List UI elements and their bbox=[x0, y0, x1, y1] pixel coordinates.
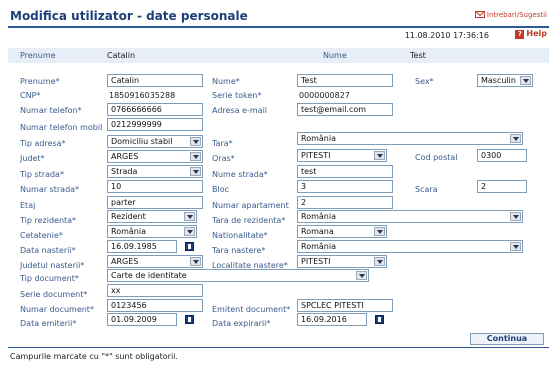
etaj-input[interactable]: parter bbox=[107, 196, 203, 209]
scara-input[interactable]: 2 bbox=[477, 180, 527, 193]
oras-select[interactable]: PITESTI bbox=[297, 149, 387, 162]
bloc-input[interactable]: 3 bbox=[297, 180, 393, 193]
cod-postal-input[interactable]: 0300 bbox=[477, 149, 527, 162]
data-emiterii-input[interactable]: 01.09.2009 bbox=[107, 313, 177, 326]
sex-select[interactable]: Masculin bbox=[477, 74, 533, 87]
bloc-label: Bloc bbox=[212, 185, 230, 194]
serie-document-label: Serie document* bbox=[20, 290, 88, 299]
chevron-down-icon bbox=[190, 152, 201, 161]
envelope-icon bbox=[474, 11, 485, 18]
chevron-down-icon bbox=[190, 167, 201, 176]
chevron-down-icon bbox=[510, 212, 521, 221]
cnp-value: 1850916035288 bbox=[109, 91, 176, 100]
calendar-icon[interactable] bbox=[185, 242, 194, 251]
summary-last-name-label: Nume bbox=[323, 51, 347, 60]
nume-strada-input[interactable]: test bbox=[297, 165, 393, 178]
sex-label: Sex* bbox=[415, 77, 434, 86]
chevron-down-icon bbox=[184, 212, 195, 221]
chevron-down-icon bbox=[510, 134, 521, 143]
tip-document-label: Tip document* bbox=[20, 274, 79, 283]
summary-first-name-value: Catalin bbox=[107, 51, 136, 60]
data-nasterii-input[interactable]: 16.09.1985 bbox=[107, 240, 177, 253]
prenume-input[interactable]: Catalin bbox=[107, 74, 203, 87]
summary-bar bbox=[8, 48, 549, 63]
cod-postal-label: Cod postal bbox=[415, 153, 458, 162]
localitate-nastere-select[interactable]: PITESTI bbox=[297, 255, 387, 268]
nume-strada-label: Nume strada* bbox=[212, 170, 268, 179]
scara-label: Scara bbox=[415, 185, 438, 194]
oras-label: Oras* bbox=[212, 154, 235, 163]
serie-token-value: 0000000827 bbox=[299, 91, 350, 100]
apartament-input[interactable]: 2 bbox=[297, 196, 393, 209]
emitent-document-input[interactable]: SPCLEC PITESTI bbox=[297, 299, 393, 312]
nationalitate-select[interactable]: Romana bbox=[297, 225, 387, 238]
emitent-document-label: Emitent document* bbox=[212, 305, 291, 314]
tara-select[interactable]: România bbox=[297, 132, 523, 145]
calendar-icon[interactable] bbox=[185, 315, 194, 324]
data-expirarii-input[interactable]: 16.09.2016 bbox=[297, 313, 367, 326]
judet-nasterii-select[interactable]: ARGES bbox=[107, 255, 203, 268]
tara-label: Tara* bbox=[212, 139, 233, 148]
required-fields-note: Campurile marcate cu "*" sunt obligatori… bbox=[10, 352, 178, 361]
data-expirarii-label: Data expirarii* bbox=[212, 319, 271, 328]
etaj-label: Etaj bbox=[20, 201, 36, 210]
tip-document-select[interactable]: Carte de identitate bbox=[107, 269, 369, 282]
page-title: Modifica utilizator - date personale bbox=[10, 9, 248, 23]
help-icon: ? bbox=[515, 30, 525, 39]
numar-strada-input[interactable]: 10 bbox=[107, 180, 203, 193]
datetime: 11.08.2010 17:36:16 bbox=[404, 31, 489, 40]
continue-button[interactable]: Continua bbox=[470, 333, 544, 345]
tip-adresa-select[interactable]: Domiciliu stabil bbox=[107, 135, 203, 148]
telefon-input[interactable]: 0766666666 bbox=[107, 103, 203, 116]
chevron-down-icon bbox=[510, 242, 521, 251]
data-nasterii-label: Data nasterii* bbox=[20, 246, 76, 255]
serie-document-input[interactable]: xx bbox=[107, 284, 203, 297]
data-emiterii-label: Data emiterii* bbox=[20, 319, 77, 328]
tip-strada-label: Tip strada* bbox=[20, 170, 64, 179]
tara-rezidenta-label: Tara de rezidenta* bbox=[212, 216, 286, 225]
chevron-down-icon bbox=[374, 257, 385, 266]
nume-input[interactable]: Test bbox=[297, 74, 393, 87]
summary-last-name-value: Test bbox=[410, 51, 426, 60]
mobil-label: Numar telefon mobil bbox=[20, 123, 103, 132]
help-link[interactable]: ? Help bbox=[515, 29, 547, 39]
cnp-label: CNP* bbox=[20, 91, 41, 100]
tip-rezidenta-label: Tip rezidenta* bbox=[20, 216, 77, 225]
chevron-down-icon bbox=[184, 227, 195, 236]
numar-document-input[interactable]: 0123456 bbox=[107, 299, 203, 312]
prenume-label: Prenume* bbox=[20, 77, 60, 86]
chevron-down-icon bbox=[356, 271, 367, 280]
cetatenie-label: Cetatenie* bbox=[20, 231, 63, 240]
summary-first-name-label: Prenume bbox=[20, 51, 56, 60]
judet-label: Judet* bbox=[20, 154, 45, 163]
tip-rezidenta-select[interactable]: Rezident bbox=[107, 210, 197, 223]
calendar-icon[interactable] bbox=[375, 315, 384, 324]
chevron-down-icon bbox=[520, 76, 531, 85]
nume-label: Nume* bbox=[212, 77, 240, 86]
chevron-down-icon bbox=[374, 227, 385, 236]
mobil-input[interactable]: 0212999999 bbox=[107, 118, 203, 131]
numar-strada-label: Numar strada* bbox=[20, 185, 80, 194]
cetatenie-select[interactable]: România bbox=[107, 225, 197, 238]
judet-select[interactable]: ARGES bbox=[107, 150, 203, 163]
tara-nastere-label: Tara nastere* bbox=[212, 246, 266, 255]
tara-rezidenta-select[interactable]: România bbox=[297, 210, 523, 223]
apartament-label: Numar apartament bbox=[212, 201, 289, 210]
telefon-label: Numar telefon* bbox=[20, 106, 82, 115]
serie-token-label: Serie token* bbox=[212, 91, 262, 100]
tara-nastere-select[interactable]: România bbox=[297, 240, 523, 253]
chevron-down-icon bbox=[190, 137, 201, 146]
tip-adresa-label: Tip adresa* bbox=[20, 139, 66, 148]
tip-strada-select[interactable]: Strada bbox=[107, 165, 203, 178]
footer-divider bbox=[8, 347, 549, 348]
header-divider bbox=[8, 26, 549, 28]
judet-nasterii-label: Judetul nasterii* bbox=[20, 261, 85, 270]
feedback-link[interactable]: Intrebari/Sugestii bbox=[474, 11, 547, 19]
email-label: Adresa e-mail bbox=[212, 106, 268, 115]
chevron-down-icon bbox=[374, 151, 385, 160]
nationalitate-label: Nationalitate* bbox=[212, 231, 268, 240]
numar-document-label: Numar document* bbox=[20, 305, 94, 314]
email-input[interactable]: test@email.com bbox=[297, 103, 393, 116]
chevron-down-icon bbox=[190, 257, 201, 266]
